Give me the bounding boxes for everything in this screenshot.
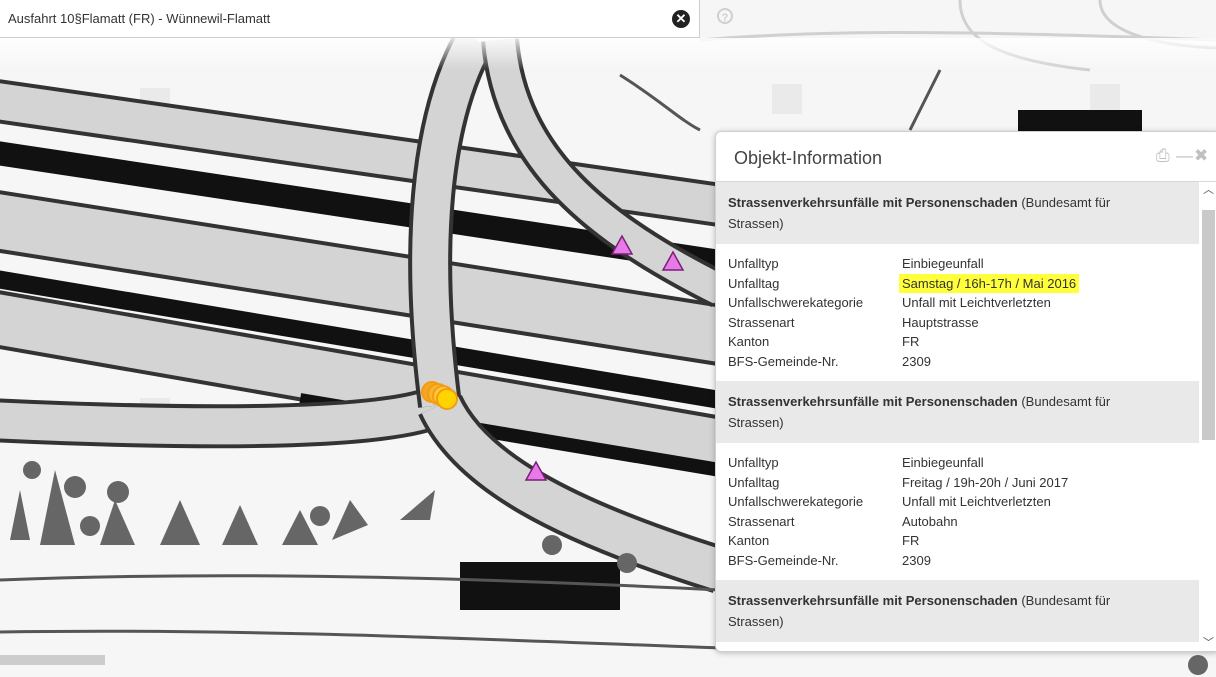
attribute-key: Strassenart [728,314,795,330]
section-title: Strassenverkehrsunfälle mit Personenscha… [728,394,1018,409]
section-header: Strassenverkehrsunfälle mit Personenscha… [716,182,1199,244]
attribute-row: Strassenart Autobahn [728,512,1187,532]
attribute-key: Unfallschwerekategorie [728,295,864,310]
attribute-value: FR [902,334,920,349]
attribute-value-highlighted: Samstag / 16h-17h / Mai 2016 [899,273,1080,293]
popup-header: Objekt-Information ⎙ — ✖ [716,132,1216,182]
attribute-key: Strassenart [728,513,795,529]
section-title: Strassenverkehrsunfälle mit Personenscha… [728,593,1018,608]
attribute-row: Unfalltyp Einbiegeunfall [728,453,1187,473]
attribute-key: Unfalltag [728,474,780,490]
attribute-row: Unfalltag Freitag / 19h-20h / Juni 2017 [728,473,1187,493]
attribute-list: UnfalltypEinbiegeunfall [716,642,1199,651]
search-bar: ✕ [0,0,700,38]
attribute-key: Unfallschwerekategorie [728,494,864,509]
attribute-key: Kanton [728,334,770,349]
attribute-row: Kanton FR [728,531,1187,551]
attribute-list: Unfalltyp Einbiegeunfall Unfalltag Samstag … [716,244,1199,381]
section-header: Strassenverkehrsunfälle mit Personenscha… [716,381,1199,443]
attribute-value: Unfall mit Leichtverletzten [902,494,1051,509]
close-icon[interactable]: ✖ [1194,146,1208,166]
attribute-row: BFS-Gemeinde-Nr. 2309 [728,551,1187,571]
scroll-thumb[interactable] [1202,210,1215,440]
attribute-value: FR [902,533,920,548]
attribute-row: Unfallschwerekategorie Unfall mit Leichtv… [728,492,1187,512]
attribute-value: 2309 [902,353,931,369]
scroll-up-arrow-icon[interactable]: ︿ [1200,182,1216,198]
attribute-value: 2309 [902,552,931,568]
section-title: Strassenverkehrsunfälle mit Personenscha… [728,195,1018,210]
section-header: Strassenverkehrsunfälle mit Personenscha… [716,580,1199,642]
attribute-key: BFS-Gemeinde-Nr. [728,353,839,369]
attribute-key: Unfalltag [728,275,780,291]
question-circle-icon[interactable]: ? [717,8,733,24]
attribute-key: Kanton [728,533,770,548]
info-section: Strassenverkehrsunfälle mit Personenscha… [716,381,1199,580]
attribute-key: Unfalltyp [728,455,779,470]
attribute-value: Hauptstrasse [902,314,979,330]
attribute-value: Freitag / 19h-20h / Juni 2017 [902,474,1069,490]
attribute-value: Einbiegeunfall [902,455,984,470]
attribute-key: Unfalltyp [728,256,779,271]
attribute-value: Unfall mit Leichtverletzten [902,295,1051,310]
info-section: Strassenverkehrsunfälle mit Personenscha… [716,182,1199,381]
scroll-down-arrow-icon[interactable]: ﹀ [1200,635,1216,651]
search-input[interactable] [8,8,648,28]
minimize-icon[interactable]: — [1176,146,1193,166]
attribute-value: Autobahn [902,513,958,529]
popup-title: Objekt-Information [734,148,883,168]
attribute-row: Unfalltag Samstag / 16h-17h / Mai 2016 [728,273,1187,293]
object-information-popup: Objekt-Information ⎙ — ✖ Strassenverkehr… [715,131,1216,652]
info-section: Strassenverkehrsunfälle mit Personenscha… [716,580,1199,651]
attribute-list: Unfalltyp Einbiegeunfall Unfalltag Freitag … [716,443,1199,580]
scrollbar[interactable]: ︿ ﹀ [1200,182,1216,651]
attribute-row: Unfallschwerekategorie Unfall mit Leichtv… [728,293,1187,313]
close-circle-icon[interactable]: ✕ [672,10,690,28]
attribute-row: BFS-Gemeinde-Nr. 2309 [728,352,1187,372]
attribute-value: Einbiegeunfall [902,256,984,271]
attribute-key: BFS-Gemeinde-Nr. [728,552,839,568]
print-icon[interactable]: ⎙ [1156,146,1170,166]
attribute-row: Kanton FR [728,332,1187,352]
attribute-row: Unfalltyp Einbiegeunfall [728,254,1187,274]
popup-body[interactable]: Strassenverkehrsunfälle mit Personenscha… [716,182,1199,651]
attribute-row: Strassenart Hauptstrasse [728,313,1187,333]
